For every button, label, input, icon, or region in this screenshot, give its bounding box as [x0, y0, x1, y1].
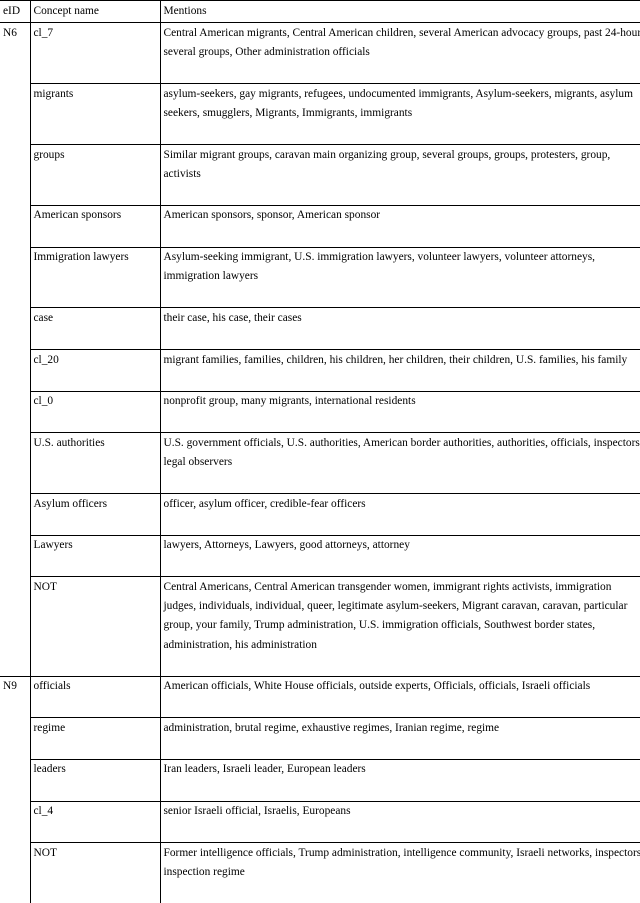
concept-name-cell: NOT: [30, 576, 161, 677]
mentions-cell: U.S. government officials, U.S. authorit…: [160, 432, 640, 494]
table-row: N6 cl_7 Central American migrants, Central…: [0, 22, 640, 677]
concept-name-cell: regime: [30, 717, 161, 760]
mentions-cell: Central American migrants, Central Ameri…: [163, 26, 640, 59]
table-row: leaders Iran leaders, Israeli leader, Eur…: [0, 758, 640, 802]
concept-name-cell: Asylum officers: [30, 493, 161, 536]
concept-name-cell: U.S. authorities: [30, 432, 161, 494]
concept-name-cell: cl_20: [30, 349, 161, 392]
concept-mentions-table: eID Concept name Mentions N6 cl_7 Central Ame…: [0, 0, 640, 903]
concept-name-cell: American sponsors: [30, 204, 161, 248]
column-header-eid: eID: [0, 0, 31, 24]
mentions-cell: Central Americans, Central American tran…: [160, 576, 640, 677]
concept-name-cell: cl_7: [30, 22, 161, 84]
table-row: NOT Central Americans, Central American t…: [0, 576, 640, 677]
table-row: Asylum officers officer, asylum officer, …: [0, 493, 640, 536]
table-row: Lawyers lawyers, Attorneys, Lawyers, good…: [0, 534, 640, 577]
column-header-mentions: Mentions: [160, 0, 640, 24]
table-row: groups Similar migrant groups, caravan ma…: [0, 144, 640, 206]
concept-name-cell: groups: [30, 144, 161, 206]
eid-cell: N6: [0, 22, 31, 677]
table-row: Immigration lawyers Asylum-seeking immigr…: [0, 246, 640, 308]
mentions-cell: senior Israeli official, Israelis, Europ…: [160, 800, 640, 843]
table-row: regime administration, brutal regime, exh…: [0, 717, 640, 760]
mentions-cell: asylum-seekers, gay migrants, refugees, …: [160, 83, 640, 145]
table-row: migrants asylum-seekers, gay migrants, re…: [0, 83, 640, 145]
concept-name-cell: cl_0: [30, 390, 161, 433]
table-row: N9 officials American officials, White Hou…: [0, 675, 640, 903]
table-row: American sponsors American sponsors, spon…: [0, 204, 640, 248]
mentions-cell: nonprofit group, many migrants, internat…: [160, 390, 640, 433]
concept-name-cell: case: [30, 307, 161, 350]
column-header-concept-name: Concept name: [30, 0, 161, 24]
concept-name-cell: Lawyers: [30, 534, 161, 577]
eid-cell: N9: [0, 675, 31, 903]
table-row: NOT Former intelligence officials, Trump …: [0, 842, 640, 903]
mentions-cell: Asylum-seeking immigrant, U.S. immigrati…: [160, 246, 640, 308]
table-header-row: eID Concept name Mentions: [0, 0, 640, 24]
concept-name-cell: leaders: [30, 758, 161, 802]
concept-name-cell: cl_4: [30, 800, 161, 843]
mentions-cell: American sponsors, sponsor, American spo…: [160, 204, 640, 248]
table-row: cl_20 migrant families, families, childre…: [0, 349, 640, 392]
mentions-cell: Similar migrant groups, caravan main org…: [160, 144, 640, 206]
mentions-cell: administration, brutal regime, exhaustiv…: [160, 717, 640, 760]
concept-name-cell: officials: [30, 675, 161, 718]
mentions-cell: Iran leaders, Israeli leader, European l…: [160, 758, 640, 802]
table-row: case their case, his case, their cases: [0, 307, 640, 350]
mentions-cell: migrant families, families, children, hi…: [160, 349, 640, 392]
mentions-cell: officer, asylum officer, credible-fear o…: [160, 493, 640, 536]
mentions-cell: American officials, White House official…: [160, 675, 640, 718]
table-row: cl_0 nonprofit group, many migrants, inte…: [0, 390, 640, 433]
mentions-cell: lawyers, Attorneys, Lawyers, good attorn…: [160, 534, 640, 577]
table-row: U.S. authorities U.S. government official…: [0, 432, 640, 494]
table-row: cl_4 senior Israeli official, Israelis, E…: [0, 800, 640, 843]
concept-name-cell: migrants: [30, 83, 161, 145]
mentions-cell: Former intelligence officials, Trump adm…: [160, 842, 640, 903]
concept-name-cell: Immigration lawyers: [30, 246, 161, 308]
concept-name-cell: NOT: [30, 842, 161, 903]
mentions-cell: their case, his case, their cases: [160, 307, 640, 350]
